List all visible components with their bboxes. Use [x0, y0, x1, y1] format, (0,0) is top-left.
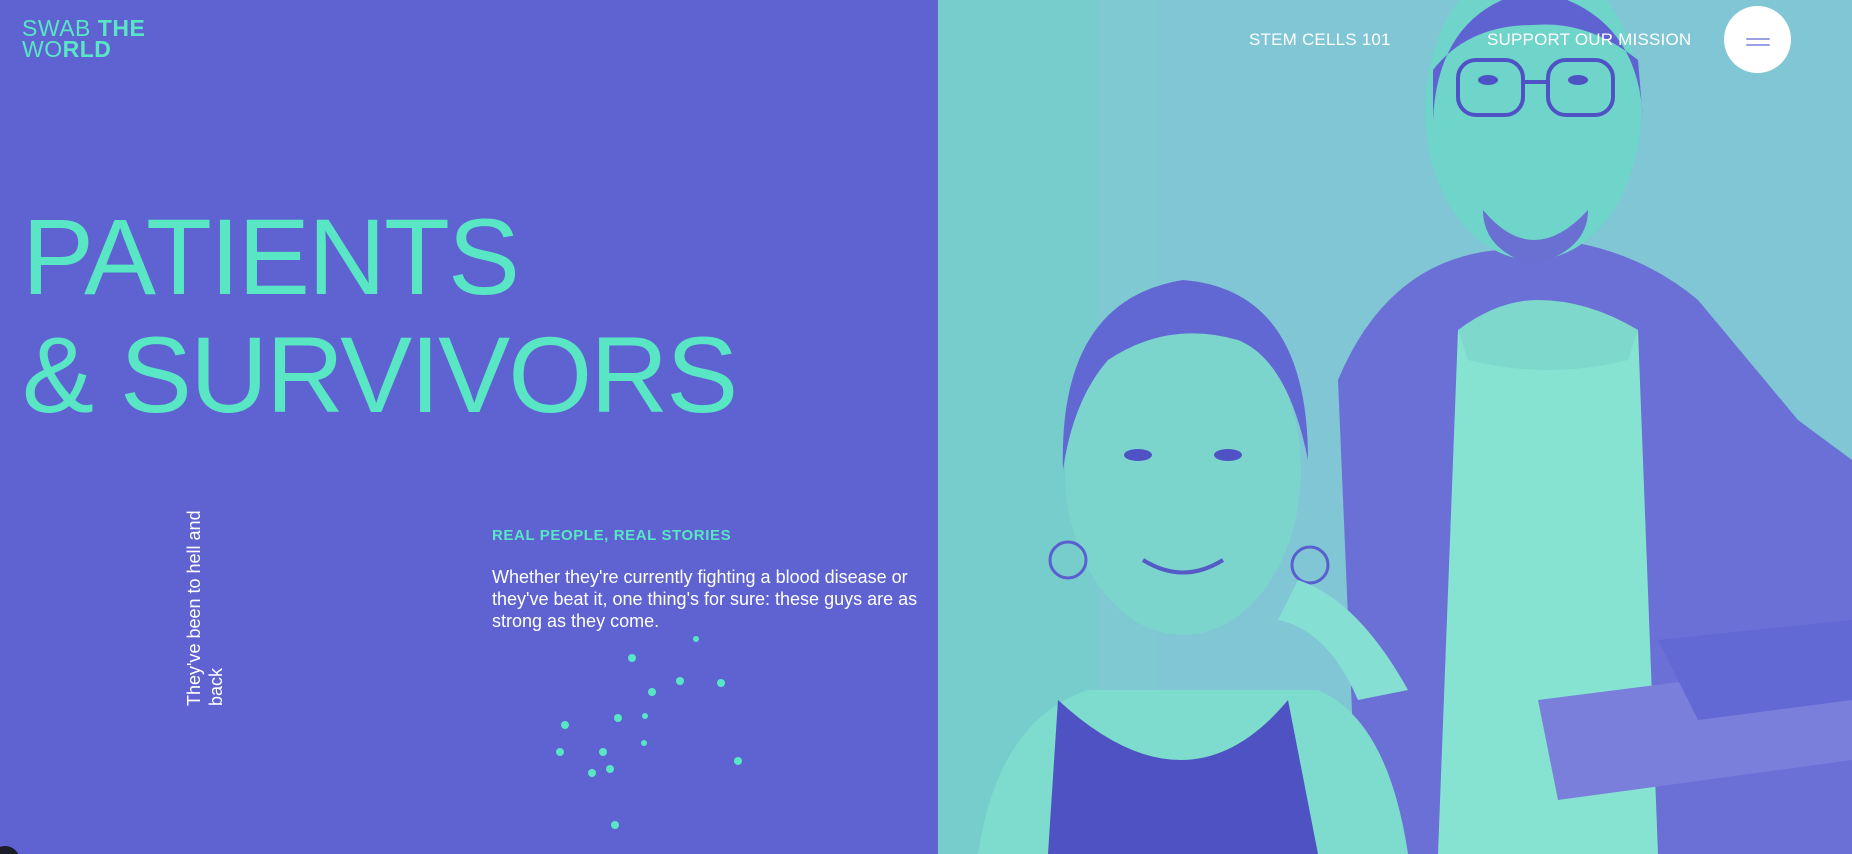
page: SWAB THE WORLD STEM CELLS 101 SUPPORT OU…	[0, 0, 1852, 854]
decorative-dots	[556, 636, 742, 829]
nav-support-link[interactable]: SUPPORT OUR MISSION	[1487, 30, 1691, 50]
nav-stem-cells-link[interactable]: STEM CELLS 101	[1249, 30, 1391, 50]
hero-photo	[938, 0, 1852, 854]
menu-button[interactable]	[1724, 6, 1791, 73]
